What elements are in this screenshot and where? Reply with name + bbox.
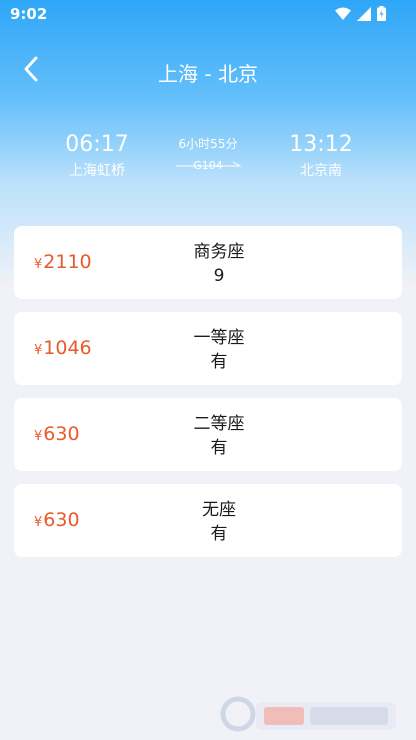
seat-availability: 有: [210, 352, 228, 372]
seat-availability: 有: [210, 438, 228, 458]
trip-duration: 6小时55分: [178, 137, 238, 151]
seat-price: ¥630: [34, 484, 80, 557]
departure-station: 上海虹桥: [69, 163, 125, 179]
seat-info: 二等座 有: [154, 412, 284, 460]
seat-availability: 9: [213, 266, 225, 286]
seat-type: 无座: [202, 500, 236, 520]
status-icons: [335, 6, 386, 25]
seat-price: ¥1046: [34, 312, 92, 385]
currency-symbol: ¥: [34, 429, 43, 444]
departure-info: 06:17 上海虹桥: [42, 130, 152, 182]
battery-icon: [377, 6, 386, 25]
seat-availability: 有: [210, 524, 228, 544]
departure-time: 06:17: [65, 132, 129, 157]
seat-list: ¥2110 商务座 9 ¥1046 一等座 有 ¥630 二等座 有 ¥630 …: [14, 226, 402, 570]
seat-card-business[interactable]: ¥2110 商务座 9: [14, 226, 402, 299]
price-value: 1046: [43, 337, 92, 359]
seat-info: 无座 有: [154, 498, 284, 546]
currency-symbol: ¥: [34, 343, 43, 358]
price-value: 630: [43, 423, 80, 445]
seat-card-no-seat[interactable]: ¥630 无座 有: [14, 484, 402, 557]
price-value: 630: [43, 509, 80, 531]
seat-type: 二等座: [193, 414, 245, 434]
arrival-time: 13:12: [289, 132, 353, 157]
seat-info: 商务座 9: [154, 240, 284, 288]
nav-bar: 上海 - 北京: [0, 46, 416, 96]
page-title: 上海 - 北京: [158, 62, 258, 86]
arrival-station: 北京南: [300, 163, 342, 179]
seat-price: ¥2110: [34, 226, 92, 299]
watermark-logo: [220, 694, 400, 734]
status-bar: 9:02: [0, 0, 416, 28]
seat-type: 一等座: [193, 328, 245, 348]
wifi-icon: [335, 6, 351, 25]
currency-symbol: ¥: [34, 515, 43, 530]
trip-info: 06:17 上海虹桥 6小时55分 G104 13:12 北京南: [0, 130, 416, 190]
seat-info: 一等座 有: [154, 326, 284, 374]
price-value: 2110: [43, 251, 92, 273]
trip-middle: 6小时55分 G104: [168, 136, 248, 174]
seat-price: ¥630: [34, 398, 80, 471]
signal-icon: [357, 6, 371, 25]
seat-card-second-class[interactable]: ¥630 二等座 有: [14, 398, 402, 471]
currency-symbol: ¥: [34, 257, 43, 272]
status-time: 9:02: [10, 5, 48, 23]
seat-type: 商务座: [193, 242, 245, 262]
seat-card-first-class[interactable]: ¥1046 一等座 有: [14, 312, 402, 385]
arrival-info: 13:12 北京南: [266, 130, 376, 182]
